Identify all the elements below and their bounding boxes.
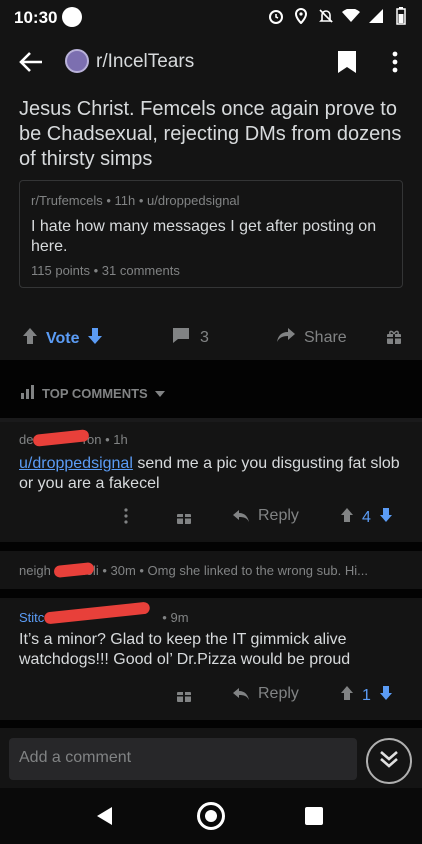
comment-vote: 1 (340, 685, 393, 706)
app-bar: r/IncelTears (0, 36, 422, 88)
comment-author[interactable]: Stitc (19, 610, 44, 625)
award-gift-icon[interactable] (386, 329, 402, 350)
comments-button[interactable]: 3 (172, 327, 209, 349)
post-action-bar: Vote 3 Share (0, 318, 422, 360)
upvote-icon[interactable] (340, 507, 354, 528)
award-gift-icon[interactable] (176, 687, 192, 703)
comment-score: 1 (362, 686, 371, 704)
sort-label: TOP COMMENTS (42, 386, 148, 401)
comment[interactable]: dee ron • 1h u/droppedsignal send me a pi… (0, 422, 422, 542)
location-icon (292, 7, 310, 25)
post: Jesus Christ. Femcels once again prove t… (0, 88, 422, 360)
reply-label: Reply (258, 685, 299, 702)
double-chevron-down-icon (379, 750, 399, 773)
comment-count: 3 (200, 329, 209, 346)
comment-composer: Add a comment (0, 728, 422, 788)
crosspost-stats: 115 points • 31 comments (31, 263, 180, 278)
status-icons (267, 7, 410, 25)
expand-comments-button[interactable] (366, 738, 412, 784)
comment-preview: loli • 30m • Omg she linked to the wrong… (82, 563, 368, 578)
crosspost-meta: r/Trufemcels • 11h • u/droppedsignal (31, 193, 240, 208)
status-time: 10:30 (14, 8, 58, 27)
comment-divider (0, 720, 422, 728)
comment[interactable]: Stitc • 9m It’s a minor? Glad to keep the… (0, 598, 422, 720)
subreddit-avatar[interactable] (65, 49, 89, 73)
post-title: Jesus Christ. Femcels once again prove t… (19, 98, 402, 170)
status-bar: 10:30 (0, 0, 422, 36)
share-label: Share (304, 328, 347, 346)
comment-time: ron • 1h (82, 432, 128, 447)
share-icon (276, 327, 296, 348)
comment-score: 4 (362, 508, 371, 526)
sort-bars-icon (20, 384, 36, 403)
signal-icon (367, 7, 385, 25)
comment-vote: 4 (340, 507, 393, 528)
downvote-icon[interactable] (87, 327, 103, 350)
back-arrow-icon[interactable] (18, 50, 44, 74)
crosspost-card[interactable]: r/Trufemcels • 11h • u/droppedsignal I h… (19, 180, 403, 288)
user-mention-link[interactable]: u/droppedsignal (19, 455, 133, 472)
nav-back-icon[interactable] (96, 806, 114, 831)
nav-recents-icon[interactable] (305, 807, 323, 825)
more-options-icon[interactable] (388, 50, 402, 74)
award-gift-icon[interactable] (176, 509, 192, 525)
reply-button[interactable]: Reply (232, 507, 299, 525)
comment-author[interactable]: neigh (19, 563, 51, 578)
chevron-down-icon (154, 386, 166, 401)
comment-bubble-icon (172, 327, 190, 349)
downvote-icon[interactable] (379, 507, 393, 528)
alarm-icon (267, 7, 285, 25)
sort-selector[interactable]: TOP COMMENTS (20, 384, 166, 403)
downvote-icon[interactable] (379, 685, 393, 706)
share-button[interactable]: Share (276, 327, 347, 348)
comment-divider (0, 542, 422, 551)
add-comment-input[interactable]: Add a comment (9, 738, 357, 780)
battery-icon (392, 7, 410, 25)
comment-actions: Reply 4 (0, 504, 422, 532)
spotify-icon (62, 7, 82, 27)
comment-body: u/droppedsignal send me a pic you disgus… (19, 454, 404, 494)
crosspost-text: I hate how many messages I get after pos… (31, 218, 377, 255)
vote-label: Vote (46, 329, 80, 347)
subreddit-name[interactable]: r/IncelTears (96, 51, 194, 73)
upvote-icon[interactable] (22, 327, 38, 350)
nav-home-icon[interactable] (197, 802, 225, 830)
bookmark-icon[interactable] (336, 50, 358, 74)
comment-text: It’s a minor? Glad to keep the IT gimmic… (19, 631, 351, 668)
more-options-icon[interactable] (124, 508, 128, 524)
comment-actions: Reply 1 (0, 682, 422, 710)
system-nav-bar (0, 788, 422, 844)
upvote-icon[interactable] (340, 685, 354, 706)
comment-collapsed[interactable]: neigh loli • 30m • Omg she linked to the … (0, 551, 422, 589)
comment-time: • 9m (162, 610, 189, 625)
notifications-off-icon (317, 7, 335, 25)
comment-sort-bar[interactable]: TOP COMMENTS (0, 372, 422, 418)
reply-button[interactable]: Reply (232, 685, 299, 703)
comment-divider (0, 589, 422, 598)
reply-label: Reply (258, 507, 299, 524)
vote-control: Vote (22, 327, 103, 350)
wifi-icon (342, 7, 360, 25)
section-divider (0, 360, 422, 372)
